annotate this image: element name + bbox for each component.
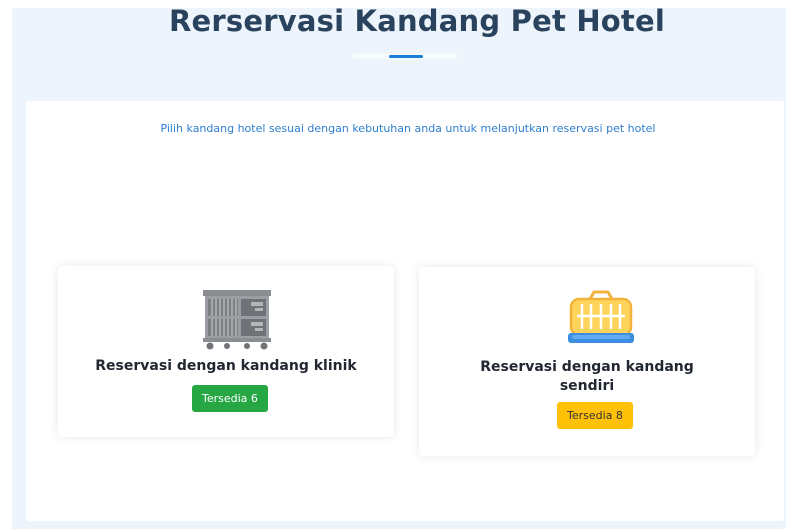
- availability-badge: Tersedia 8: [557, 402, 633, 429]
- page-title: Rerservasi Kandang Pet Hotel: [169, 4, 665, 38]
- page-subtitle: Pilih kandang hotel sesuai dengan kebutu…: [160, 122, 656, 135]
- option-card-own-cage[interactable]: Reservasi dengan kandang sendiri Tersedi…: [419, 267, 755, 456]
- clinic-cage-icon: [203, 290, 271, 350]
- title-underline: [389, 55, 423, 58]
- pet-carrier-icon: [568, 289, 634, 347]
- option-card-clinic-cage[interactable]: Reservasi dengan kandang klinik Tersedia…: [58, 266, 394, 437]
- availability-badge: Tersedia 6: [192, 385, 268, 412]
- option-title: Reservasi dengan kandang sendiri: [480, 359, 694, 394]
- option-title: Reservasi dengan kandang klinik: [95, 358, 357, 374]
